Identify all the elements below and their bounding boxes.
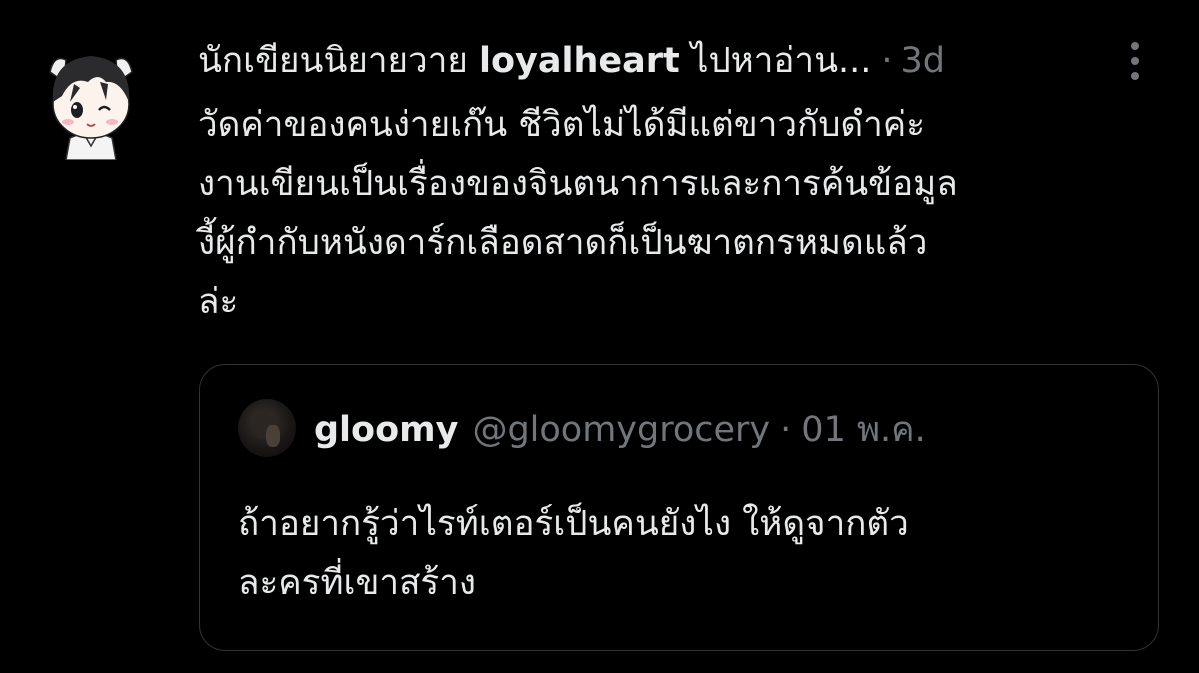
author-display-name[interactable]: นักเขียนนิยายวาย loyalheart ไปหาอ่าน... [198,36,871,86]
author-name-bold: loyalheart [478,41,680,81]
more-dot [1131,72,1139,80]
tweet-header: นักเขียนนิยายวาย loyalheart ไปหาอ่าน... … [198,36,1098,86]
quoted-tweet-header: gloomy @gloomygrocery · 01 พ.ค. [314,405,926,455]
tweet-text-line: งี้ผู้กำกับหนังดาร์กเลือดสาดก็เป็นฆาตกรห… [198,223,928,263]
quoted-author-handle[interactable]: @gloomygrocery [472,405,770,455]
quoted-tweet-text: ถ้าอยากรู้ว่าไรท์เตอร์เป็นคนยังไง ให้ดูจ… [238,495,1138,613]
header-separator: · [881,41,893,81]
quoted-header-separator: · [780,410,792,450]
author-avatar[interactable] [44,42,138,161]
avatar-figure [266,425,280,447]
author-avatar-illustration [49,56,133,161]
quoted-text-line: ถ้าอยากรู้ว่าไรท์เตอร์เป็นคนยังไง ให้ดูจ… [238,504,909,544]
tweet[interactable]: นักเขียนนิยายวาย loyalheart ไปหาอ่าน... … [0,0,1199,673]
tweet-text-line: งานเขียนเป็นเรื่องของจินตนาการและการค้นข… [198,164,958,204]
tweet-text-line: ล่ะ [198,282,239,322]
tweet-text-line: วัดค่าของคนง่ายเก๊น ชีวิตไม่ได้มีแต่ขาวก… [198,105,926,145]
quoted-tweet-timestamp[interactable]: 01 พ.ค. [801,405,925,455]
quoted-author-avatar[interactable] [238,399,296,457]
more-dot [1131,57,1139,65]
quoted-tweet[interactable]: gloomy @gloomygrocery · 01 พ.ค. ถ้าอยากร… [199,364,1159,651]
tweet-timestamp[interactable]: 3d [901,36,946,86]
tweet-text: วัดค่าของคนง่ายเก๊น ชีวิตไม่ได้มีแต่ขาวก… [198,96,1158,332]
quoted-text-line: ละครที่เขาสร้าง [238,563,476,603]
author-name-suffix: ไปหาอ่าน... [679,41,872,81]
quoted-author-name[interactable]: gloomy [314,405,458,455]
more-dot [1131,42,1139,50]
more-vertical-icon[interactable] [1120,38,1150,84]
author-name-prefix: นักเขียนนิยายวาย [198,41,479,81]
